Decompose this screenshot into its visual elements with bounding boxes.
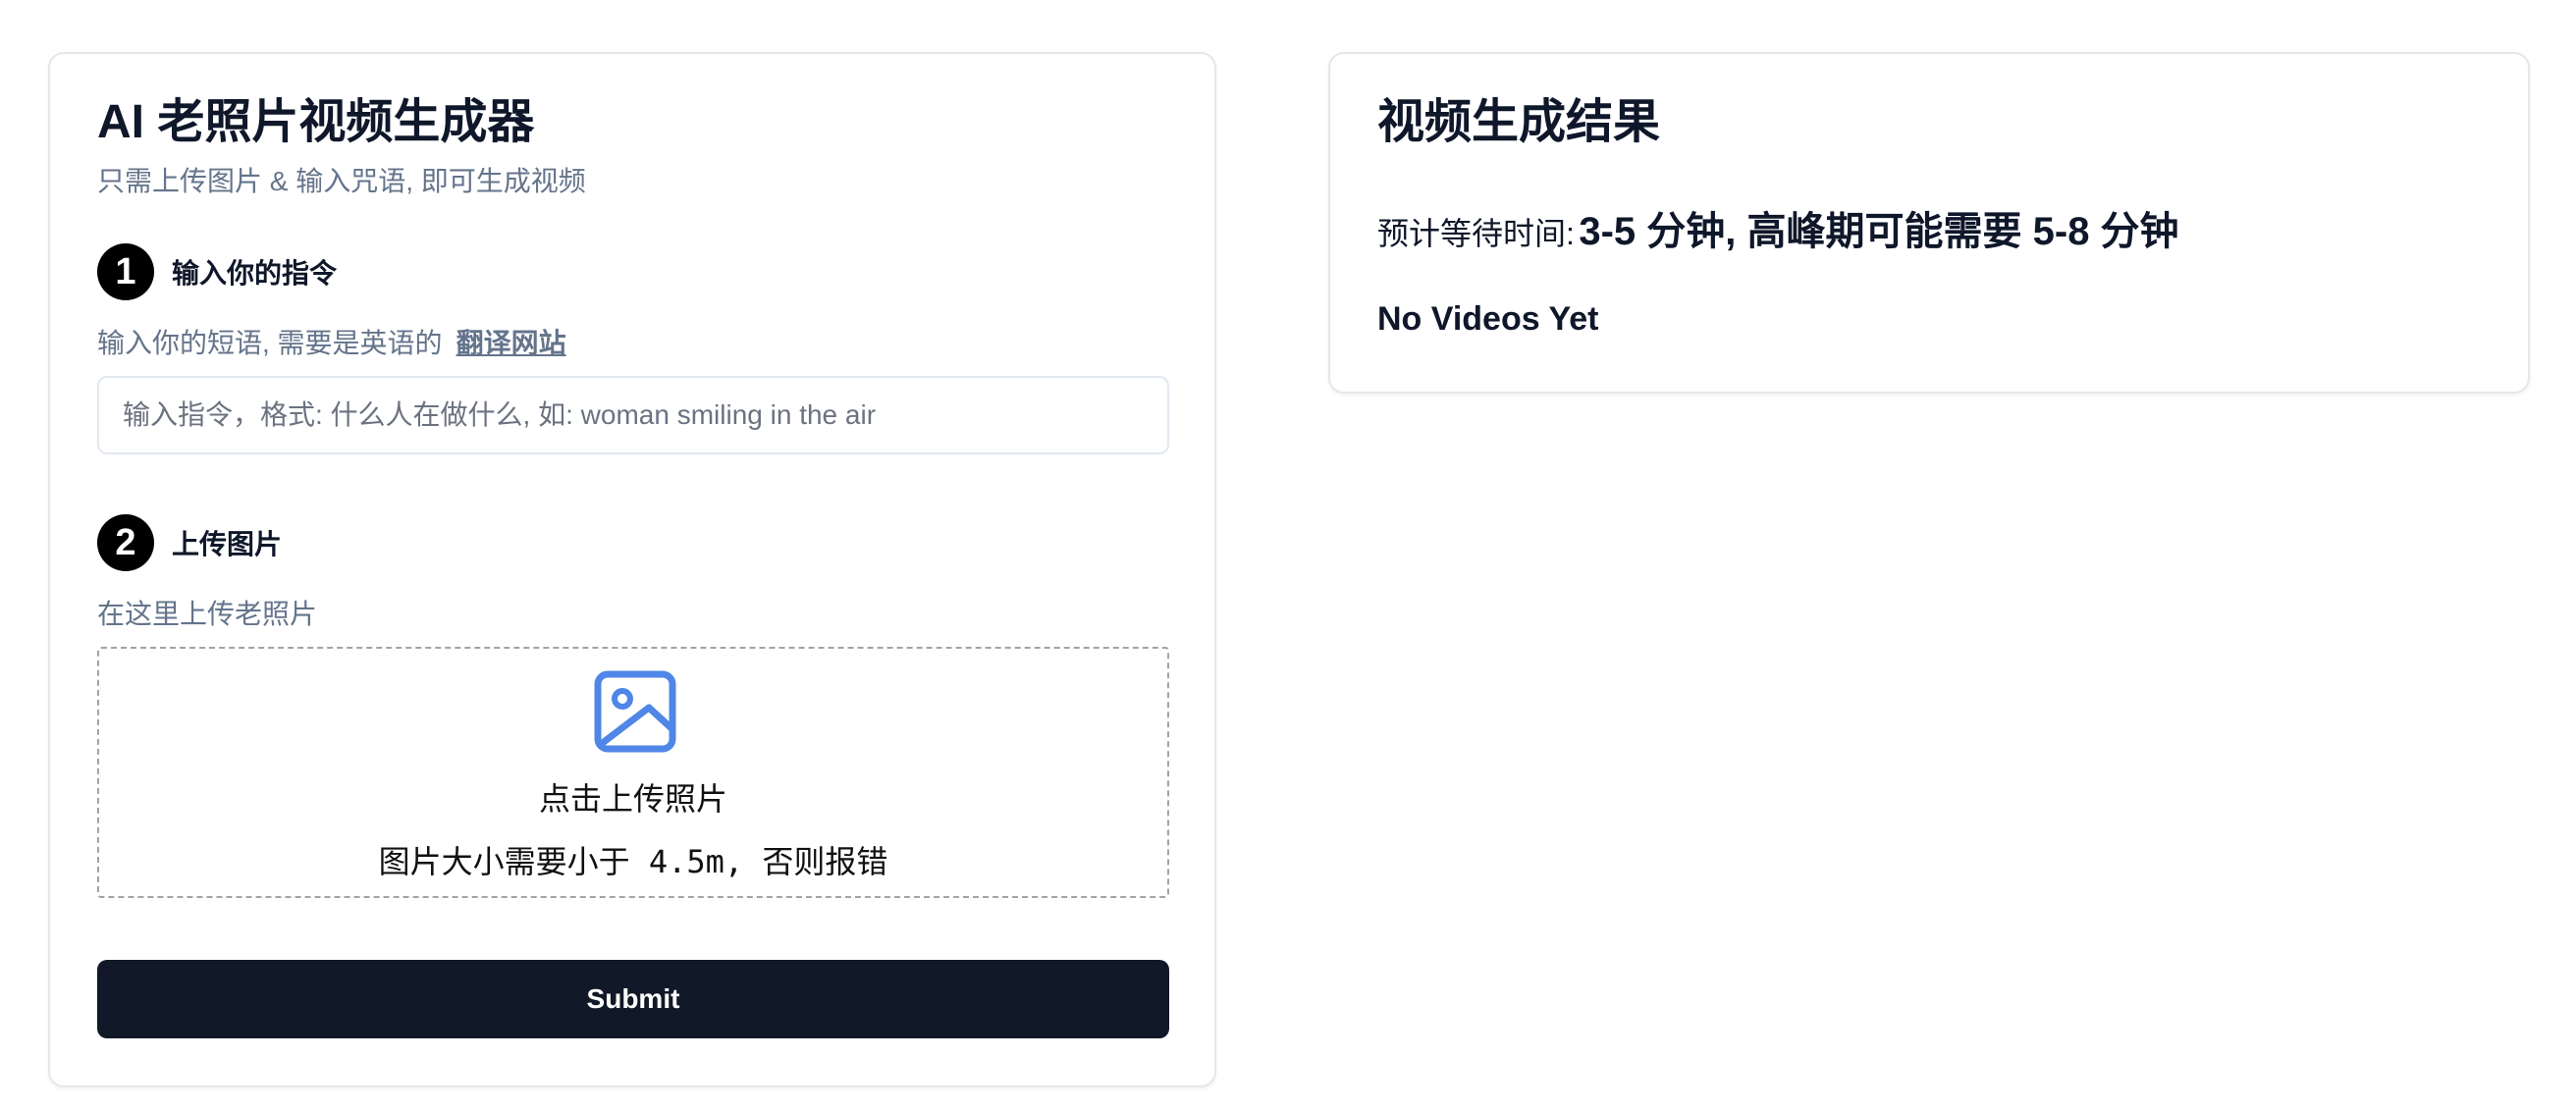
step-1-hint: 输入你的短语, 需要是英语的 翻译网站 [97, 322, 566, 361]
wait-time-label: 预计等待时间: [1377, 216, 1575, 251]
submit-button[interactable]: Submit [97, 960, 1169, 1038]
step-2-hint: 在这里上传老照片 [97, 599, 318, 629]
image-icon [594, 670, 676, 753]
translate-site-link[interactable]: 翻译网站 [456, 328, 566, 358]
generator-panel: AI 老照片视频生成器 只需上传图片 & 输入咒语, 即可生成视频 1 输入你的… [48, 52, 1216, 1087]
photo-upload-dropzone[interactable]: 点击上传照片 图片大小需要小于 4.5m, 否则报错 [97, 647, 1169, 898]
wait-time-value: 3-5 分钟, 高峰期可能需要 5-8 分钟 [1579, 210, 2179, 253]
step-2-number-badge: 2 [97, 514, 154, 571]
step-1-header: 1 输入你的指令 [97, 243, 337, 300]
upload-label: 点击上传照片 [538, 781, 727, 817]
wait-time-line: 预计等待时间: 3-5 分钟, 高峰期可能需要 5-8 分钟 [1377, 199, 2179, 256]
result-title: 视频生成结果 [1377, 96, 1661, 148]
upload-size-note: 图片大小需要小于 4.5m, 否则报错 [378, 843, 888, 880]
step-1-number-badge: 1 [97, 243, 154, 300]
step-1-hint-text: 输入你的短语, 需要是英语的 [97, 328, 443, 358]
prompt-input[interactable] [97, 376, 1169, 454]
empty-state-text: No Videos Yet [1377, 300, 1599, 338]
step-2-header: 2 上传图片 [97, 514, 282, 571]
step-1-title: 输入你的指令 [172, 258, 338, 289]
generator-title: AI 老照片视频生成器 [97, 96, 535, 148]
generator-subtitle: 只需上传图片 & 输入咒语, 即可生成视频 [97, 166, 586, 196]
result-panel: 视频生成结果 预计等待时间: 3-5 分钟, 高峰期可能需要 5-8 分钟 No… [1328, 52, 2530, 394]
step-2-title: 上传图片 [172, 529, 283, 559]
